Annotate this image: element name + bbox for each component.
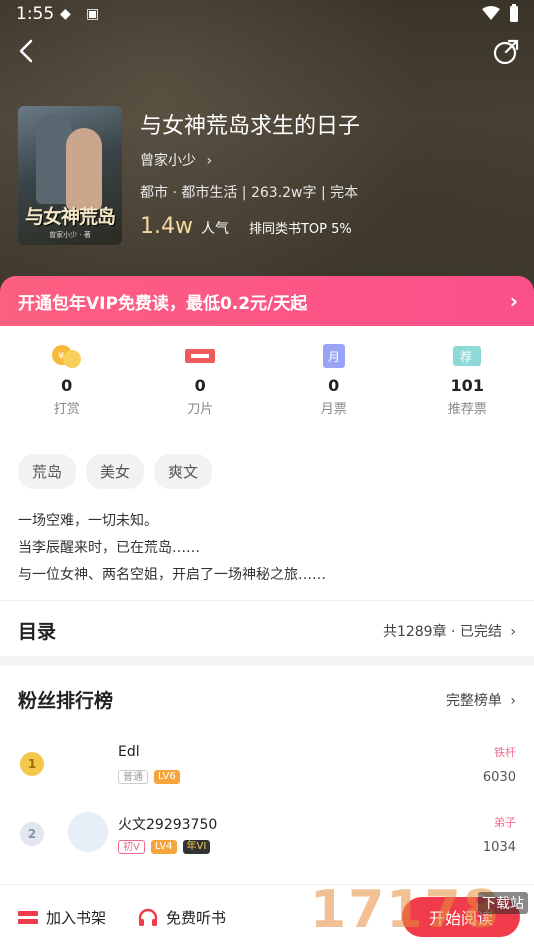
avatar — [68, 812, 108, 852]
fan-name: 火文29293750 — [118, 817, 218, 833]
fans-title: 粉丝排行榜 — [18, 690, 114, 712]
fan-level: 铁杆 — [494, 746, 516, 759]
fan-badge: LV4 — [150, 840, 177, 854]
back-icon[interactable] — [12, 36, 42, 66]
fan-score: 1034 — [482, 840, 516, 855]
svg-text:¥: ¥ — [58, 351, 64, 362]
recommend-ticket-icon: 荐 — [450, 342, 484, 370]
book-cover[interactable]: 与女神荒岛 曾家小少 · 著 — [18, 106, 122, 245]
status-time: 1:55 — [16, 4, 55, 24]
toc-row[interactable]: 目录 共1289章 · 已完结 › — [0, 600, 534, 656]
book-description[interactable]: 一场空难，一切未知。 当李辰醒来时，已在荒岛…… 与一位女神、两名空姐，开启了一… — [18, 508, 326, 589]
fan-badge: LV6 — [154, 770, 180, 784]
stat-label: 刀片 — [187, 402, 214, 417]
fan-name: Edl — [118, 744, 140, 760]
cover-title: 与女神荒岛 — [24, 206, 116, 228]
author-name: 曾家小少 — [140, 153, 196, 169]
stat-value: 0 — [194, 376, 206, 395]
coin-icon: ¥ — [50, 342, 84, 370]
listen-label: 免费听书 — [166, 909, 227, 927]
silver-medal-icon: 2 — [20, 822, 44, 846]
author-link[interactable]: 曾家小少 › — [140, 150, 212, 170]
stat-blade[interactable]: 0 刀片 — [134, 340, 268, 430]
add-to-shelf-button[interactable]: 加入书架 — [18, 907, 106, 928]
fan-row[interactable]: 2 火文29293750 初V LV4 年VI 弟子 1034 — [0, 804, 534, 864]
headphones-icon — [138, 908, 158, 926]
bookshelf-icon — [18, 910, 38, 924]
gold-medal-icon: 1 — [20, 752, 44, 776]
cover-author: 曾家小少 · 著 — [49, 231, 91, 239]
monthly-ticket-icon: 月 — [317, 342, 351, 370]
add-shelf-label: 加入书架 — [46, 909, 107, 927]
fan-badge: 初V — [118, 840, 145, 854]
fans-link-label: 完整榜单 — [445, 693, 502, 709]
desc-line: 当李辰醒来时，已在荒岛…… — [18, 540, 200, 556]
stats-row: ¥ 0 打赏 0 刀片 月 0 月票 荐 101 推荐票 — [0, 340, 534, 430]
toc-title: 目录 — [18, 621, 57, 643]
vip-text: 开通包年VIP免费读，最低0.2元/天起 — [18, 293, 308, 314]
desc-line: 与一位女神、两名空姐，开启了一场神秘之旅…… — [18, 567, 326, 583]
fan-badge: 年VI — [182, 840, 211, 854]
popularity: 1.4w 人气 排同类书TOP 5% — [140, 214, 352, 239]
wifi-icon — [482, 6, 500, 20]
vip-banner[interactable]: 开通包年VIP免费读，最低0.2元/天起 › — [0, 276, 534, 326]
book-meta: 都市 · 都市生活 | 263.2w字 | 完本 — [140, 185, 359, 201]
battery-icon — [510, 4, 518, 22]
stat-value: 101 — [450, 376, 484, 395]
watermark-sub: 下载站 — [478, 892, 528, 914]
watermark: 17178 — [310, 880, 501, 940]
svg-text:荐: 荐 — [460, 350, 472, 364]
app-icon: ◆ — [60, 6, 71, 22]
tag[interactable]: 美女 — [86, 454, 145, 489]
fan-score: 6030 — [482, 770, 516, 785]
chevron-right-icon: › — [509, 289, 518, 313]
blade-icon — [183, 342, 217, 370]
fans-full-list-link[interactable]: 完整榜单 › — [446, 690, 516, 710]
stat-reward[interactable]: ¥ 0 打赏 — [0, 340, 134, 430]
fan-level: 弟子 — [494, 816, 516, 829]
stat-monthly[interactable]: 月 0 月票 — [267, 340, 401, 430]
rank-text: 排同类书TOP 5% — [248, 222, 352, 237]
stat-label: 月票 — [320, 402, 347, 417]
status-bar: 1:55 ◆ ▣ — [0, 0, 534, 30]
fan-row[interactable]: 1 Edl 普通 LV6 铁杆 6030 — [0, 734, 534, 794]
chevron-right-icon: › — [510, 693, 516, 709]
tag-list: 荒岛 美女 爽文 — [18, 454, 213, 489]
stat-value: 0 — [61, 376, 73, 395]
toc-summary: 共1289章 · 已完结 — [382, 624, 502, 640]
stat-recommend[interactable]: 荐 101 推荐票 — [401, 340, 534, 430]
fan-badge: 普通 — [118, 770, 148, 784]
popularity-value: 1.4w — [140, 214, 193, 239]
divider — [0, 656, 534, 666]
svg-text:月: 月 — [328, 350, 340, 364]
chevron-right-icon: › — [206, 153, 213, 169]
chevron-right-icon: › — [510, 624, 516, 640]
book-header: 1:55 ◆ ▣ 与女神荒岛 曾家小少 · 著 与女神荒岛求生的日子 曾家小少 … — [0, 0, 534, 300]
desc-line: 一场空难，一切未知。 — [18, 513, 158, 529]
notification-icon: ▣ — [86, 6, 100, 22]
tag[interactable]: 荒岛 — [18, 454, 77, 489]
stat-label: 打赏 — [53, 402, 80, 417]
stat-value: 0 — [328, 376, 340, 395]
stat-label: 推荐票 — [447, 402, 487, 417]
popularity-label: 人气 — [200, 221, 229, 237]
tag[interactable]: 爽文 — [154, 454, 213, 489]
book-title: 与女神荒岛求生的日子 — [140, 114, 361, 139]
free-listen-button[interactable]: 免费听书 — [138, 907, 226, 928]
share-icon[interactable] — [492, 38, 520, 66]
